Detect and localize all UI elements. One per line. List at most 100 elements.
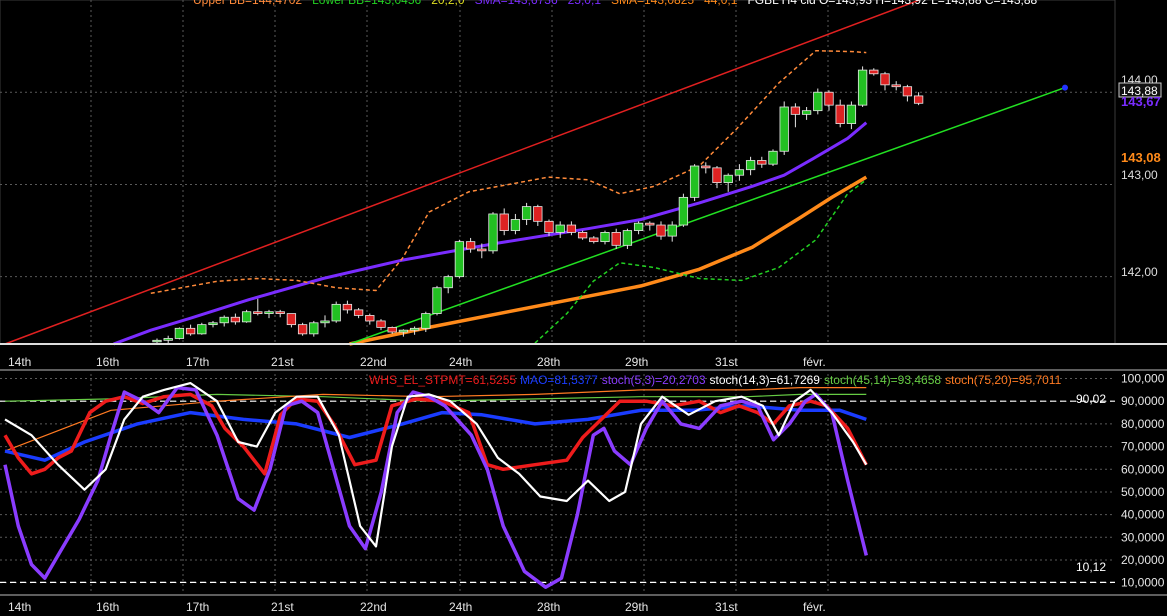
- candle[interactable]: [454, 239, 465, 279]
- candle-body: [734, 169, 745, 176]
- candle-body: [600, 232, 610, 243]
- candle-body: [891, 84, 901, 88]
- oscillator-tick: 20,0000: [1121, 553, 1165, 567]
- candle-body: [712, 167, 722, 184]
- candle-body: [801, 110, 812, 115]
- legend-entry: 20,2,0: [431, 0, 465, 7]
- date-label: 22nd: [360, 355, 387, 369]
- candle-body: [275, 311, 285, 314]
- candle-body: [264, 311, 274, 314]
- lower-level-label: 10,12: [1076, 560, 1106, 574]
- candle[interactable]: [779, 101, 789, 155]
- candle-body: [689, 165, 700, 198]
- candle-body: [701, 165, 711, 169]
- candle-body: [846, 104, 857, 124]
- candle[interactable]: [241, 309, 252, 323]
- candle-body: [309, 322, 319, 335]
- candle[interactable]: [174, 327, 185, 340]
- oscillator-tick: 50,0000: [1121, 485, 1165, 499]
- candle-body: [365, 315, 375, 322]
- candle-body: [745, 160, 756, 171]
- candle-body: [622, 230, 633, 246]
- candle-body: [902, 86, 913, 97]
- candle-body: [577, 232, 588, 239]
- price-panel[interactable]: Upper BB=144,4702 Lower BB=143,0456 20,2,0…: [0, 0, 1167, 346]
- candle-body: [824, 91, 834, 106]
- candle-body: [611, 232, 621, 246]
- oscillator-tick: 70,0000: [1121, 440, 1165, 454]
- date-label: 31st: [715, 600, 738, 614]
- oscillator-tick: 10,0000: [1121, 576, 1165, 590]
- candle-body: [398, 329, 409, 333]
- candle-body: [857, 69, 868, 106]
- candle-body: [566, 224, 577, 233]
- candle-body: [779, 106, 789, 152]
- candle-body: [219, 316, 229, 324]
- date-label: 28th: [537, 355, 560, 369]
- price-tick: 142,00: [1121, 265, 1158, 279]
- price-plot-area: [0, 0, 1116, 345]
- candle-body: [589, 237, 599, 243]
- candle-body: [230, 316, 241, 323]
- candle-body: [353, 309, 364, 316]
- date-label: 21st: [271, 600, 294, 614]
- candle-body: [409, 327, 420, 331]
- candle-body: [835, 104, 845, 124]
- date-label: 16th: [96, 600, 119, 614]
- price-legend: Upper BB=144,4702 Lower BB=143,0456 20,2,0…: [193, 0, 1038, 7]
- candle-body: [869, 69, 879, 75]
- candle-body: [521, 206, 532, 220]
- candle-body: [387, 326, 397, 333]
- candle-body: [488, 213, 498, 252]
- sma-orange-label: 143,08: [1121, 150, 1161, 165]
- candle-body: [320, 320, 330, 324]
- date-label: 22nd: [360, 600, 387, 614]
- candle[interactable]: [857, 66, 868, 107]
- candle[interactable]: [197, 322, 207, 335]
- legend-entry: SMA=143,0825: [611, 0, 694, 7]
- chart-workspace[interactable]: Upper BB=144,4702 Lower BB=143,0456 20,2,0…: [0, 0, 1167, 616]
- candle[interactable]: [678, 193, 689, 227]
- date-label: 29th: [625, 600, 648, 614]
- candle[interactable]: [488, 212, 498, 254]
- legend-entry: stoch(75,20)=95,7011: [945, 373, 1062, 387]
- candle[interactable]: [297, 322, 308, 336]
- candle-body: [723, 174, 733, 184]
- candle-body: [163, 338, 173, 341]
- candle-body: [790, 106, 801, 115]
- candle-body: [342, 303, 353, 311]
- candle-body: [880, 73, 890, 86]
- candle[interactable]: [768, 149, 778, 167]
- candle-body: [633, 222, 644, 231]
- legend-entry: stoch(45,14)=93,4658: [824, 373, 941, 387]
- candle-body: [152, 339, 162, 343]
- legend-entry: MAO=81,5377: [520, 373, 598, 387]
- candle-body: [477, 248, 487, 252]
- candle-body: [645, 222, 655, 226]
- date-label: 24th: [449, 355, 472, 369]
- oscillator-tick: 80,0000: [1121, 417, 1165, 431]
- channel-anchor-point[interactable]: [1062, 84, 1068, 91]
- oscillator-tick: 90,0000: [1121, 394, 1165, 408]
- candle[interactable]: [813, 88, 823, 115]
- legend-entry: FGBL H4 cld O=143,93 H=143,92 L=143,88 C…: [747, 0, 1037, 7]
- date-label: 24th: [449, 600, 472, 614]
- candle-body: [813, 91, 823, 112]
- candle-body: [421, 313, 431, 329]
- date-label: 14th: [8, 600, 31, 614]
- oscillator-tick: 30,0000: [1121, 530, 1165, 544]
- legend-entry: Lower BB=143,0456: [312, 0, 421, 7]
- oscillator-tick: 40,0000: [1121, 508, 1165, 522]
- candle-body: [208, 322, 218, 326]
- date-label: 31st: [715, 355, 738, 369]
- candle[interactable]: [331, 301, 341, 323]
- candle[interactable]: [432, 285, 442, 316]
- date-label: 29th: [625, 355, 648, 369]
- candle-body: [757, 160, 767, 165]
- candle[interactable]: [689, 164, 700, 202]
- candle-body: [197, 324, 207, 335]
- candle-body: [432, 287, 442, 314]
- candle-body: [465, 241, 476, 250]
- upper-level-label: 90,02: [1076, 392, 1106, 406]
- candle-body: [768, 150, 778, 165]
